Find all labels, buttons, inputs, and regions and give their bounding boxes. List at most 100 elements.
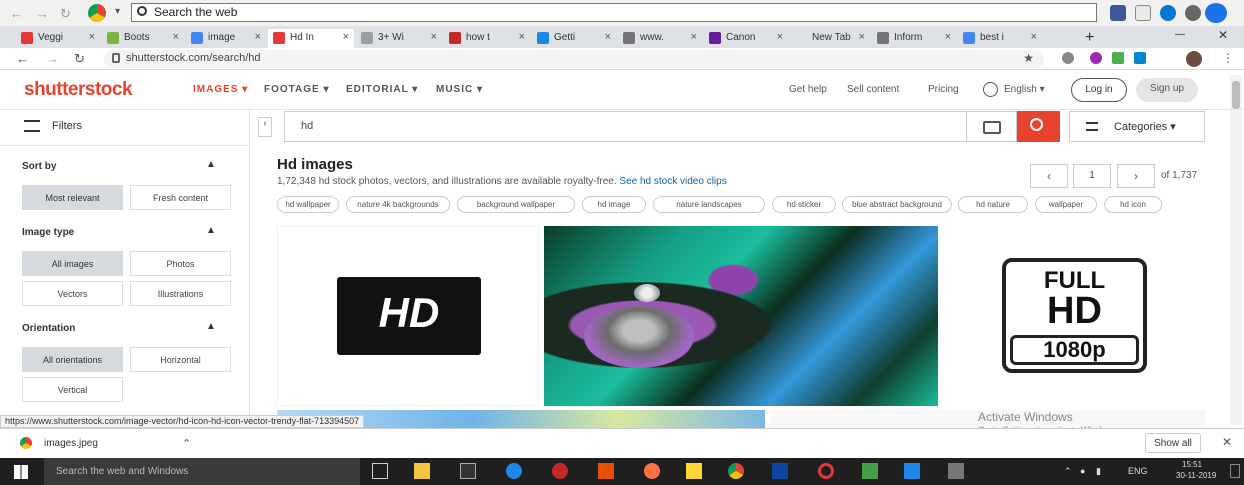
browser-tab[interactable]: New Tab × xyxy=(790,29,870,48)
video-clips-link[interactable]: See hd stock video clips xyxy=(619,176,726,187)
terminal-icon[interactable] xyxy=(460,463,476,479)
search-input[interactable]: hd xyxy=(284,111,967,142)
forward-icon[interactable]: → xyxy=(46,51,59,66)
clock-time[interactable]: 15:51 xyxy=(1182,460,1202,469)
opera-icon[interactable] xyxy=(818,463,834,479)
result-image-fullhd-icon[interactable]: FULL HD 1080p xyxy=(943,226,1205,406)
related-search-chip[interactable]: background wallpaper xyxy=(457,196,575,213)
nav-images[interactable]: IMAGES ▾ xyxy=(193,84,248,95)
categories-dropdown[interactable]: Categories ▾ xyxy=(1069,111,1205,142)
browser-tab[interactable]: how t × xyxy=(444,29,530,48)
orientation-horizontal[interactable]: Horizontal xyxy=(130,347,231,372)
related-search-chip[interactable]: nature landscapes xyxy=(653,196,765,213)
related-search-chip[interactable]: hd nature xyxy=(958,196,1028,213)
new-tab-button[interactable]: + xyxy=(1085,29,1094,47)
related-search-chip[interactable]: hd wallpaper xyxy=(277,196,339,213)
reload-icon[interactable]: ↻ xyxy=(74,51,85,67)
prev-page-button[interactable]: ‹ xyxy=(1030,164,1068,188)
minimize-icon[interactable]: — xyxy=(1175,29,1185,40)
browser-tab[interactable]: Getti × xyxy=(532,29,616,48)
extension-icon[interactable] xyxy=(1090,52,1102,64)
close-tab-icon[interactable]: × xyxy=(1031,31,1037,43)
extension-icon[interactable] xyxy=(1062,52,1074,64)
download-item[interactable]: images.jpeg xyxy=(44,438,98,449)
close-tab-icon[interactable]: × xyxy=(431,31,437,43)
download-options-icon[interactable]: ⌃ xyxy=(182,437,191,450)
nav-footage[interactable]: FOOTAGE ▾ xyxy=(264,84,330,95)
back-icon[interactable]: ← xyxy=(10,6,23,21)
app-icon[interactable] xyxy=(948,463,964,479)
volume-icon[interactable]: ▮ xyxy=(1096,466,1101,477)
app-icon[interactable] xyxy=(686,463,702,479)
windows-start-icon[interactable] xyxy=(14,465,28,479)
app-icon[interactable] xyxy=(598,463,614,479)
result-image-peacock-feather[interactable] xyxy=(544,226,938,406)
result-image-hd-icon[interactable]: HD xyxy=(277,226,539,406)
browser-tab[interactable]: Inform × xyxy=(872,29,956,48)
related-search-chip[interactable]: hd sticker xyxy=(772,196,836,213)
close-tab-icon[interactable]: × xyxy=(173,31,179,43)
extension-icon[interactable] xyxy=(1134,52,1146,64)
browser-tab[interactable]: best i × xyxy=(958,29,1042,48)
menu-icon[interactable]: ⋮ xyxy=(1222,51,1234,65)
browser-tab[interactable]: Canon × xyxy=(704,29,788,48)
show-all-button[interactable]: Show all xyxy=(1145,433,1201,453)
tray-up-icon[interactable]: ⌃ xyxy=(1064,466,1072,477)
close-tab-icon[interactable]: × xyxy=(859,31,865,43)
login-button[interactable]: Log in xyxy=(1071,78,1127,102)
close-tab-icon[interactable]: × xyxy=(945,31,951,43)
browser-tab[interactable]: Boots × xyxy=(102,29,184,48)
amazon-icon[interactable] xyxy=(1135,5,1151,21)
app-icon[interactable] xyxy=(772,463,788,479)
facebook-icon[interactable] xyxy=(1110,5,1126,21)
browser-tab[interactable]: 3+ Wi × xyxy=(356,29,442,48)
orientation-all[interactable]: All orientations xyxy=(22,347,123,372)
signup-button[interactable]: Sign up xyxy=(1136,78,1198,102)
type-all-images[interactable]: All images xyxy=(22,251,123,276)
network-icon[interactable]: ● xyxy=(1080,466,1085,476)
extension-icon[interactable] xyxy=(1112,52,1124,64)
profile-icon[interactable] xyxy=(1205,3,1227,23)
search-button[interactable] xyxy=(1017,111,1060,142)
task-view-icon[interactable] xyxy=(372,463,388,479)
close-tab-icon[interactable]: × xyxy=(519,31,525,43)
related-search-chip[interactable]: nature 4k backgrounds xyxy=(346,196,450,213)
close-tab-icon[interactable]: × xyxy=(691,31,697,43)
type-vectors[interactable]: Vectors xyxy=(22,281,123,306)
close-tab-icon[interactable]: × xyxy=(255,31,261,43)
close-tab-icon[interactable]: × xyxy=(605,31,611,43)
next-page-button[interactable]: › xyxy=(1117,164,1155,188)
collapse-sidebar-button[interactable]: ‹ xyxy=(258,117,272,137)
page-number-input[interactable]: 1 xyxy=(1073,164,1111,188)
related-search-chip[interactable]: hd image xyxy=(582,196,646,213)
browser-tab[interactable]: Veggi × xyxy=(16,29,100,48)
forward-icon[interactable]: → xyxy=(36,6,49,21)
chrome-taskbar-icon[interactable] xyxy=(728,463,744,479)
orientation-vertical[interactable]: Vertical xyxy=(22,377,123,402)
app-icon[interactable] xyxy=(862,463,878,479)
related-search-chip[interactable]: wallpaper xyxy=(1035,196,1097,213)
web-search-input[interactable]: Search the web xyxy=(131,3,1097,22)
pricing-link[interactable]: Pricing xyxy=(928,84,959,95)
image-type-collapse-icon[interactable]: ▲ xyxy=(206,225,216,236)
sell-content-link[interactable]: Sell content xyxy=(847,84,899,95)
file-explorer-icon[interactable] xyxy=(414,463,430,479)
browser-tab[interactable]: www. × xyxy=(618,29,702,48)
dropdown-icon[interactable]: ▾ xyxy=(115,6,120,17)
close-tab-icon[interactable]: × xyxy=(89,31,95,43)
close-download-bar-icon[interactable]: ✕ xyxy=(1222,435,1232,449)
star-icon[interactable]: ★ xyxy=(1023,51,1034,65)
type-photos[interactable]: Photos xyxy=(130,251,231,276)
get-help-link[interactable]: Get help xyxy=(789,84,827,95)
extension-icon[interactable] xyxy=(1160,5,1176,21)
close-window-icon[interactable]: ✕ xyxy=(1218,28,1228,42)
language-selector[interactable]: English ▾ xyxy=(1004,84,1045,95)
avatar[interactable] xyxy=(1186,51,1202,67)
app-icon[interactable] xyxy=(644,463,660,479)
back-icon[interactable]: ← xyxy=(16,51,29,66)
refresh-icon[interactable]: ↻ xyxy=(60,6,71,22)
orientation-collapse-icon[interactable]: ▲ xyxy=(206,321,216,332)
app-icon[interactable] xyxy=(552,463,568,479)
notifications-icon[interactable] xyxy=(1230,464,1240,478)
shutterstock-logo[interactable]: shutterstock xyxy=(24,79,133,101)
